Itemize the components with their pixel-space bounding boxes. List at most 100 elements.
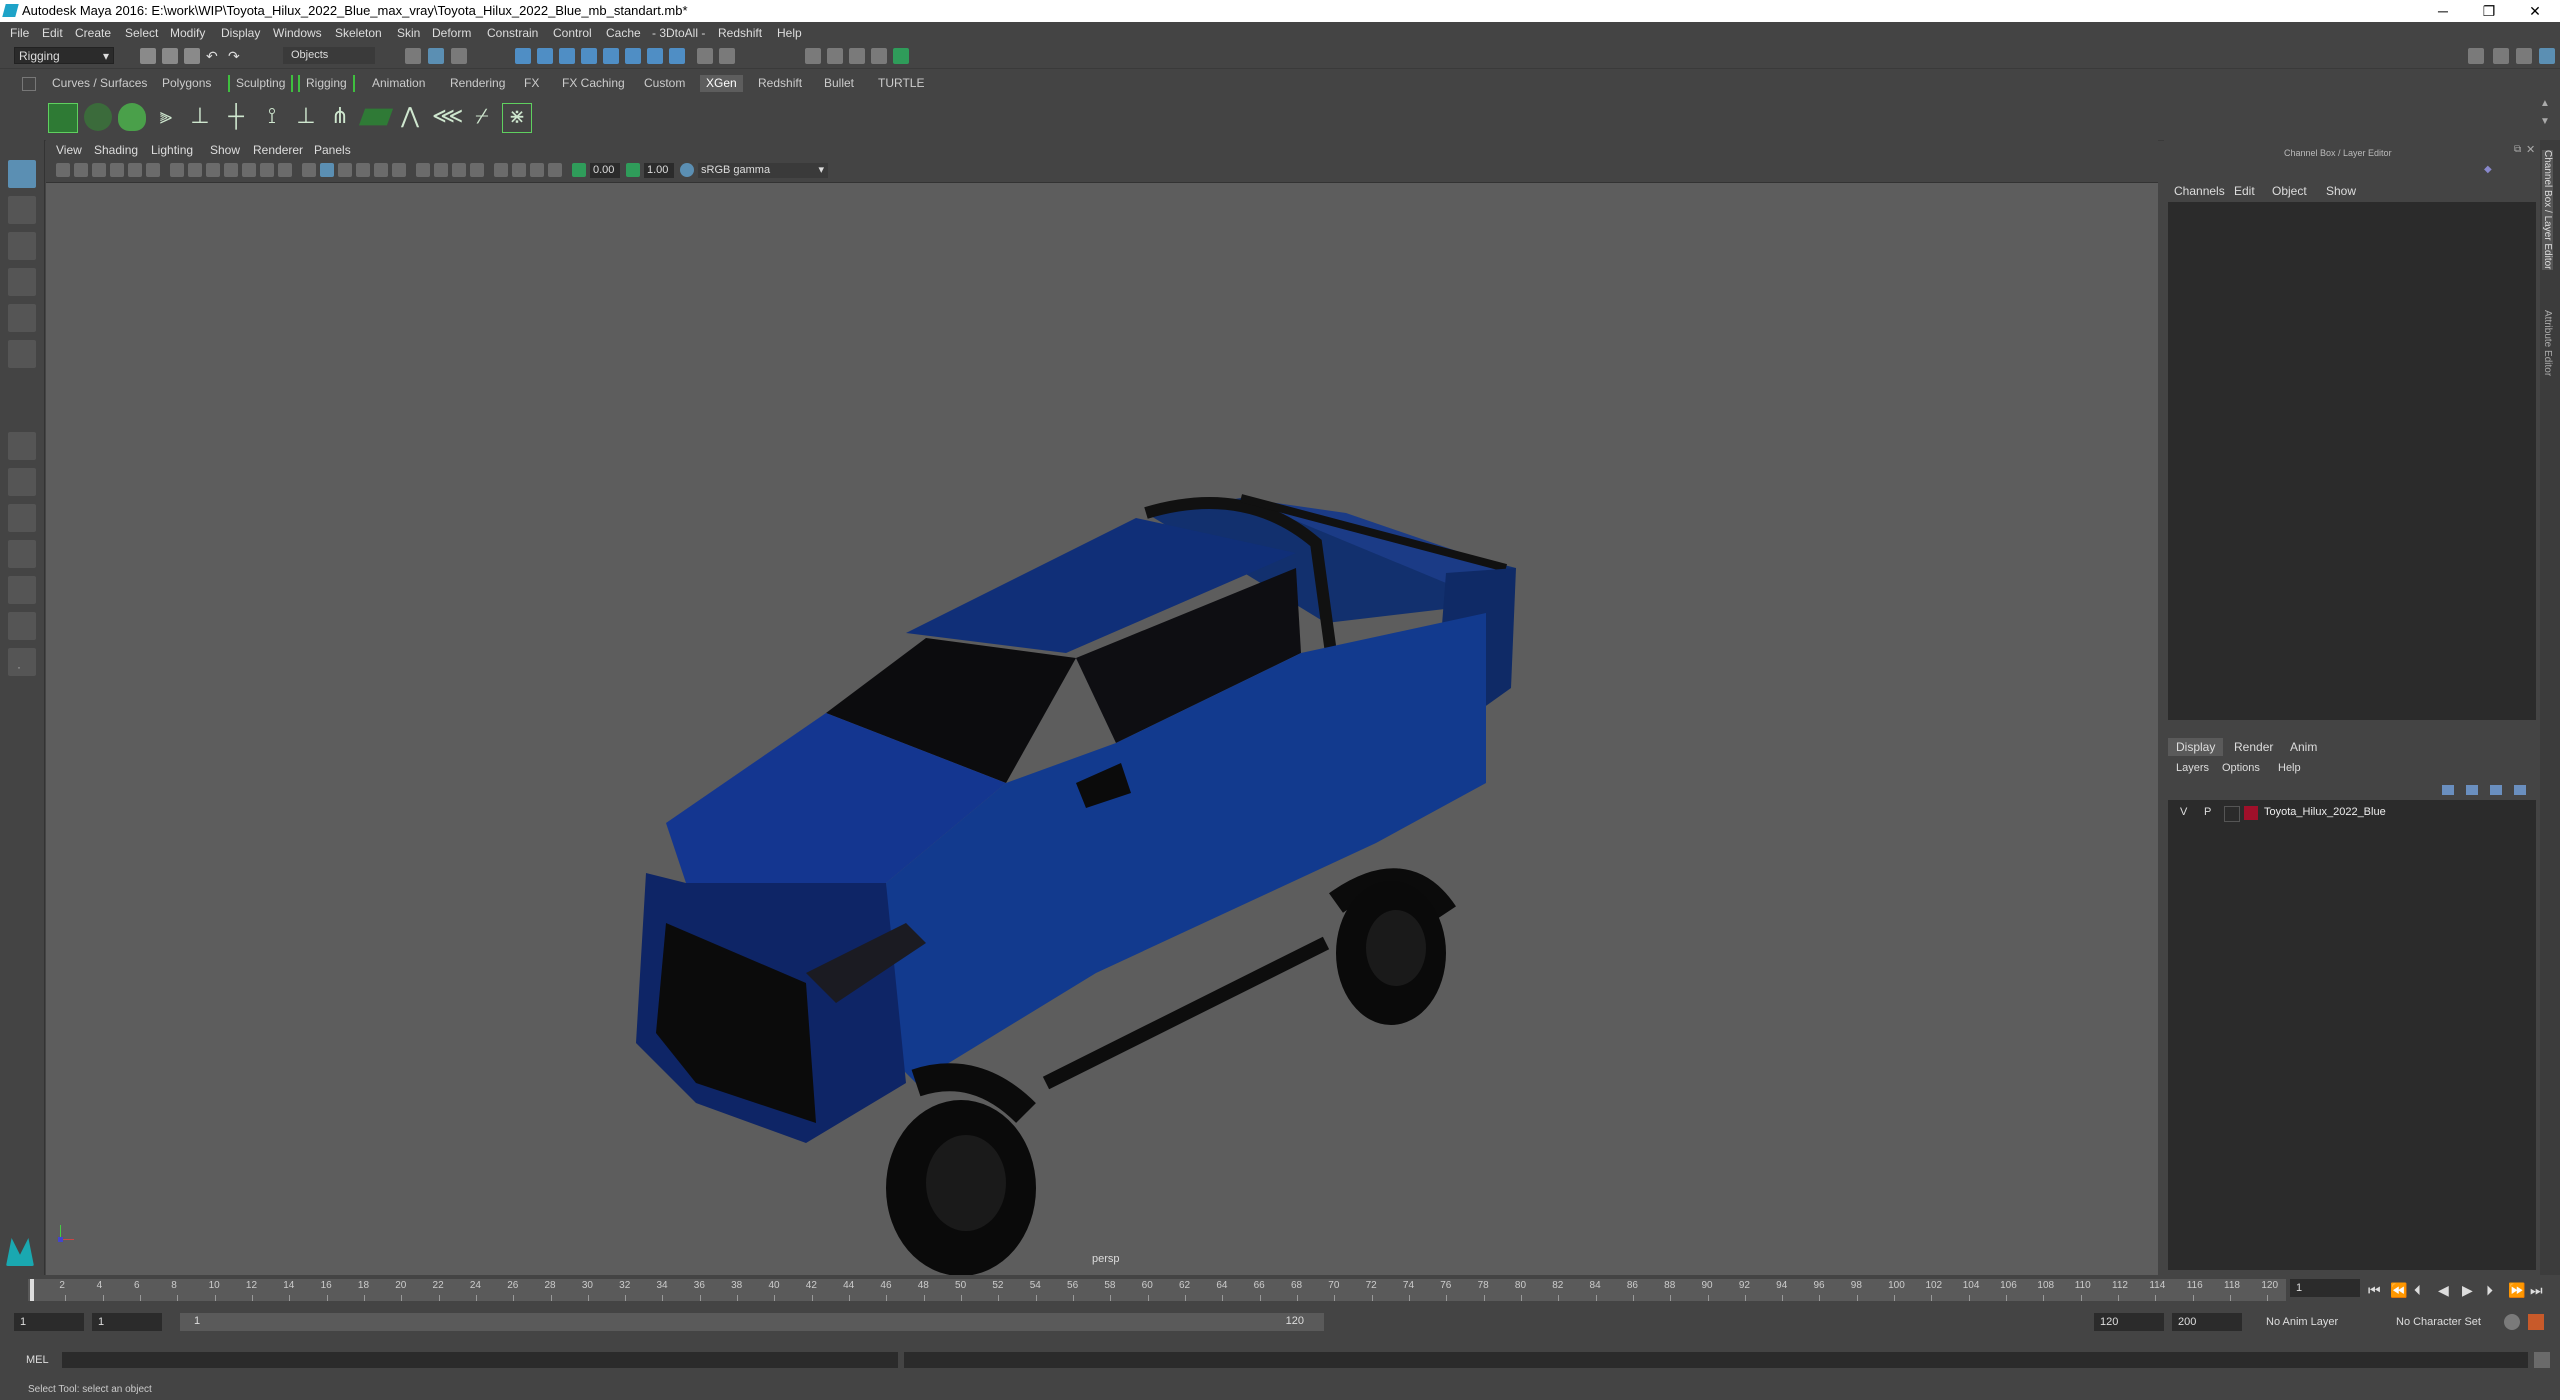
shelf-tab-rendering[interactable]: Rendering [444, 75, 511, 92]
cb-menu-show[interactable]: Show [2326, 184, 2356, 198]
paint-select-tool-icon[interactable] [8, 232, 36, 260]
toggle-attribute-editor-icon[interactable] [2493, 48, 2509, 64]
safe-action-icon[interactable] [260, 163, 274, 177]
selection-mode-dropdown[interactable]: Objects [283, 47, 375, 64]
menu-create[interactable]: Create [75, 26, 111, 40]
wireframe-icon[interactable] [302, 163, 316, 177]
color-management-icon[interactable] [680, 163, 694, 177]
camera-attributes-icon[interactable] [74, 163, 88, 177]
redo-icon[interactable]: ↷ [228, 48, 244, 64]
playback-start-field[interactable]: 1 [92, 1313, 162, 1331]
go-to-end-icon[interactable]: ⏭ [2530, 1282, 2543, 1299]
xgen-guide-sculpt-icon[interactable]: ⊥ [186, 103, 214, 131]
viewport-menu-show[interactable]: Show [210, 143, 240, 157]
persp-graph-layout-icon[interactable] [8, 540, 36, 568]
bookmark-icon[interactable] [92, 163, 106, 177]
layer-row[interactable]: V P Toyota_Hilux_2022_Blue [2168, 804, 2536, 822]
character-set-dropdown[interactable]: No Character Set [2390, 1313, 2500, 1331]
undo-icon[interactable]: ↶ [206, 48, 222, 64]
menu-help[interactable]: Help [777, 26, 802, 40]
image-plane-icon[interactable] [110, 163, 124, 177]
shelf-tab-polygons[interactable]: Polygons [156, 75, 217, 92]
hypershade-layout-icon[interactable] [8, 648, 36, 676]
script-editor-icon[interactable] [2534, 1352, 2550, 1368]
depth-of-field-icon[interactable] [470, 163, 484, 177]
history-icon[interactable] [719, 48, 735, 64]
move-tool-icon[interactable] [8, 268, 36, 296]
select-component-icon[interactable] [451, 48, 467, 64]
motion-blur-icon[interactable] [434, 163, 448, 177]
shelf-tab-xgen[interactable]: XGen [700, 75, 743, 92]
cb-menu-channels[interactable]: Channels [2174, 184, 2225, 198]
tab-render[interactable]: Render [2226, 738, 2281, 756]
rotate-tool-icon[interactable] [8, 304, 36, 332]
go-to-start-icon[interactable]: ⏮ [2368, 1282, 2381, 1299]
menu-modify[interactable]: Modify [170, 26, 205, 40]
play-forwards-icon[interactable]: ▶ [2462, 1282, 2473, 1299]
shelf-tab-curves-surfaces[interactable]: Curves / Surfaces [46, 75, 153, 92]
viewport-menu-lighting[interactable]: Lighting [151, 143, 193, 157]
use-all-lights-icon[interactable] [374, 163, 388, 177]
mel-label[interactable]: MEL [26, 1354, 49, 1366]
xray-joints-icon[interactable] [530, 163, 544, 177]
xgen-create-description-icon[interactable] [84, 103, 112, 131]
menu-windows[interactable]: Windows [273, 26, 322, 40]
render-frame-icon[interactable] [805, 48, 821, 64]
close-panel-icon[interactable]: ✕ [2526, 143, 2535, 156]
viewport-persp[interactable]: persp [46, 183, 2158, 1275]
layer-menu-layers[interactable]: Layers [2176, 762, 2209, 774]
side-tab-channel-box[interactable]: Channel Box / Layer Editor [2542, 150, 2553, 270]
tab-anim[interactable]: Anim [2282, 738, 2325, 756]
menu-set-dropdown[interactable]: Rigging ▾ [14, 47, 114, 64]
xgen-guide-lock-icon[interactable]: ⊥ [292, 103, 320, 131]
end-time-field[interactable]: 200 [2172, 1313, 2242, 1331]
persp-outliner-layout-icon[interactable] [8, 576, 36, 604]
layer-color-swatch[interactable] [2244, 806, 2258, 820]
select-hierarchy-icon[interactable] [405, 48, 421, 64]
xgen-groom-icon[interactable]: ⋀ [396, 103, 424, 131]
side-tab-attribute-editor[interactable]: Attribute Editor [2542, 310, 2553, 376]
move-layer-down-icon[interactable] [2466, 785, 2478, 795]
smooth-shade-icon[interactable] [320, 163, 334, 177]
side-by-side-layout-icon[interactable] [8, 504, 36, 532]
channel-box-area[interactable] [2168, 202, 2536, 720]
snap-edge-icon[interactable] [647, 48, 663, 64]
snap-grid-icon[interactable] [515, 48, 531, 64]
xgen-guide-length-icon[interactable]: ┼ [222, 103, 250, 131]
shadows-icon[interactable] [392, 163, 406, 177]
shelf-tab-turtle[interactable]: TURTLE [872, 75, 930, 92]
snap-live-icon[interactable] [603, 48, 619, 64]
cb-menu-object[interactable]: Object [2272, 184, 2307, 198]
view-transform-dropdown[interactable]: sRGB gamma ▾ [698, 163, 828, 178]
grid-icon[interactable] [170, 163, 184, 177]
menu-file[interactable]: File [10, 26, 29, 40]
layer-name[interactable]: Toyota_Hilux_2022_Blue [2264, 806, 2386, 818]
resolution-gate-icon[interactable] [206, 163, 220, 177]
xgen-layers-icon[interactable] [358, 108, 394, 126]
float-panel-icon[interactable]: ⧉ [2514, 144, 2521, 155]
anti-aliasing-icon[interactable] [452, 163, 466, 177]
textured-icon[interactable] [356, 163, 370, 177]
outliner-persp-layout-icon[interactable] [8, 612, 36, 640]
menu-display[interactable]: Display [221, 26, 260, 40]
menu-edit[interactable]: Edit [42, 26, 63, 40]
step-forward-frame-icon[interactable]: ⏵ [2486, 1282, 2493, 1299]
menu-3dtoall[interactable]: - 3DtoAll - [652, 26, 705, 40]
ipr-render-icon[interactable] [827, 48, 843, 64]
gamma-icon[interactable] [626, 163, 640, 177]
open-scene-icon[interactable] [162, 48, 178, 64]
hypershade-icon[interactable] [871, 48, 887, 64]
shelf-tab-rigging[interactable]: Rigging [298, 75, 355, 92]
xgen-guide-add-icon[interactable]: ⫸ [152, 103, 180, 131]
layer-playback-toggle[interactable]: P [2204, 806, 2211, 818]
redshift-render-icon[interactable] [893, 48, 909, 64]
play-backwards-icon[interactable]: ◀ [2438, 1282, 2449, 1299]
2d-pan-zoom-icon[interactable] [128, 163, 142, 177]
shelf-tab-fx[interactable]: FX [518, 75, 545, 92]
lock-icon[interactable] [697, 48, 713, 64]
lasso-tool-icon[interactable] [8, 196, 36, 224]
snap-point-icon[interactable] [559, 48, 575, 64]
auto-key-icon[interactable] [2504, 1314, 2520, 1330]
shelf-tab-sculpting[interactable]: Sculpting [228, 75, 294, 92]
step-forward-key-icon[interactable]: ⏩ [2508, 1282, 2525, 1299]
